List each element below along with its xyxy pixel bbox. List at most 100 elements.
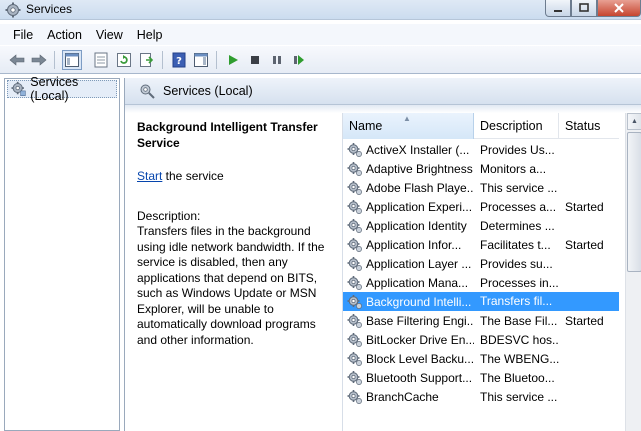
table-row[interactable]: Adaptive Brightness Monitors a... — [343, 159, 619, 178]
cell-description: This service ... — [480, 180, 558, 195]
table-row[interactable]: Base Filtering Engi... The Base Fil... Sta… — [343, 311, 619, 330]
table-row[interactable]: Application Infor... Facilitates t... Star… — [343, 235, 619, 254]
cell-name: Adobe Flash Playe... — [343, 180, 474, 196]
menu-help[interactable]: Help — [130, 28, 170, 42]
services-gear-icon — [5, 2, 21, 18]
table-row[interactable]: Block Level Backu... The WBENG... — [343, 349, 619, 368]
service-gear-icon — [347, 275, 363, 291]
column-header-description-label: Description — [480, 119, 543, 133]
pause-service-button[interactable] — [268, 51, 286, 69]
scrollbar-thumb[interactable] — [627, 132, 641, 272]
show-hide-tree-icon — [65, 53, 79, 67]
services-list: ▲ Name Description Status ActiveX Instal… — [342, 113, 641, 431]
cell-description: Provides su... — [480, 256, 553, 271]
menu-action[interactable]: Action — [40, 28, 89, 42]
pane-header: Services (Local) — [125, 78, 641, 105]
forward-button[interactable] — [30, 51, 48, 69]
show-hide-action-pane-icon — [194, 53, 208, 67]
close-icon — [614, 3, 624, 13]
service-gear-icon — [347, 161, 363, 177]
back-button[interactable] — [8, 51, 26, 69]
table-row[interactable]: ActiveX Installer (... Provides Us... — [343, 140, 619, 159]
properties-icon — [94, 52, 108, 68]
cell-name: Application Identity — [343, 218, 474, 234]
start-service-button[interactable] — [224, 51, 242, 69]
table-row[interactable]: Background Intelli... Transfers fil... — [343, 292, 619, 311]
tree-item-label: Services (Local) — [30, 75, 79, 103]
service-name: Application Identity — [366, 218, 467, 233]
cell-name: Adaptive Brightness — [343, 161, 474, 177]
cell-status: Started — [565, 199, 604, 214]
refresh-button[interactable] — [115, 51, 133, 69]
cell-name: Background Intelli... — [343, 294, 474, 310]
maximize-button[interactable] — [571, 0, 597, 17]
properties-button[interactable] — [92, 51, 110, 69]
service-name: Base Filtering Engi... — [366, 313, 474, 328]
scroll-up-button[interactable]: ▲ — [627, 113, 641, 130]
selected-service-name: Background Intelligent Transfer Service — [137, 120, 318, 150]
cell-description: The Base Fil... — [480, 313, 558, 328]
close-button[interactable] — [597, 0, 641, 17]
column-header-name[interactable]: ▲ Name — [343, 113, 474, 139]
title-bar: Services — [0, 0, 641, 20]
cell-description: BDESVC hos... — [480, 332, 559, 347]
table-row[interactable]: Application Mana... Processes in... — [343, 273, 619, 292]
toolbar-separator — [162, 51, 163, 69]
tree-item-services-local[interactable]: Services (Local) — [7, 75, 117, 103]
description-text: Transfers files in the background using … — [137, 224, 325, 347]
service-name: Adobe Flash Playe... — [366, 180, 474, 195]
refresh-icon — [117, 53, 131, 67]
svg-text:?: ? — [176, 56, 182, 67]
stop-service-button[interactable] — [246, 51, 264, 69]
cell-description: The WBENG... — [480, 351, 559, 366]
show-hide-tree-button[interactable] — [62, 50, 82, 70]
menu-view[interactable]: View — [89, 28, 130, 42]
cell-description: The Bluetoo... — [480, 370, 555, 385]
scroll-up-icon: ▲ — [631, 118, 638, 125]
minimize-icon — [554, 10, 562, 12]
restart-service-button[interactable] — [290, 51, 308, 69]
service-name: Bluetooth Support... — [366, 370, 473, 385]
cell-name: Application Experi... — [343, 199, 474, 215]
table-row[interactable]: BitLocker Drive En... BDESVC hos... — [343, 330, 619, 349]
cell-name: Block Level Backu... — [343, 351, 474, 367]
service-name: Adaptive Brightness — [366, 161, 473, 176]
show-hide-action-pane-button[interactable] — [192, 51, 210, 69]
services-gear-icon — [11, 81, 26, 96]
table-row[interactable]: Bluetooth Support... The Bluetoo... — [343, 368, 619, 387]
service-gear-icon — [347, 237, 363, 253]
pane-header-title: Services (Local) — [163, 84, 253, 98]
cell-name: ActiveX Installer (... — [343, 142, 474, 158]
export-list-icon — [140, 53, 154, 67]
column-header-description[interactable]: Description — [474, 113, 559, 139]
table-row[interactable]: Application Identity Determines ... — [343, 216, 619, 235]
service-name: BranchCache — [366, 389, 439, 404]
table-row[interactable]: Adobe Flash Playe... This service ... — [343, 178, 619, 197]
table-row[interactable]: Application Layer ... Provides su... — [343, 254, 619, 273]
sort-ascending-icon: ▲ — [403, 114, 411, 123]
restart-service-icon — [294, 55, 304, 65]
service-name: ActiveX Installer (... — [366, 142, 470, 157]
cell-description: Transfers fil... — [474, 292, 559, 311]
cell-description: Monitors a... — [480, 161, 547, 176]
help-button[interactable]: ? — [170, 51, 188, 69]
service-gear-icon — [347, 351, 363, 367]
table-row[interactable]: BranchCache This service ... — [343, 387, 619, 406]
cell-status: Started — [565, 237, 604, 252]
service-name: Application Mana... — [366, 275, 469, 290]
menu-file[interactable]: File — [6, 28, 40, 42]
service-name: BitLocker Drive En... — [366, 332, 474, 347]
cell-description: This service ... — [480, 389, 558, 404]
vertical-scrollbar[interactable]: ▲ — [625, 113, 641, 431]
help-icon: ? — [172, 52, 186, 68]
export-list-button[interactable] — [138, 51, 156, 69]
start-service-link[interactable]: Start — [137, 169, 162, 183]
table-row[interactable]: Application Experi... Processes a... Start… — [343, 197, 619, 216]
service-gear-icon — [347, 256, 363, 272]
column-header-status[interactable]: Status — [559, 113, 619, 139]
minimize-button[interactable] — [545, 0, 571, 17]
stop-service-icon — [251, 56, 259, 64]
services-search-icon — [140, 84, 155, 99]
list-rows: ActiveX Installer (... Provides Us... Adap… — [343, 140, 619, 406]
service-name: Application Layer ... — [366, 256, 472, 271]
